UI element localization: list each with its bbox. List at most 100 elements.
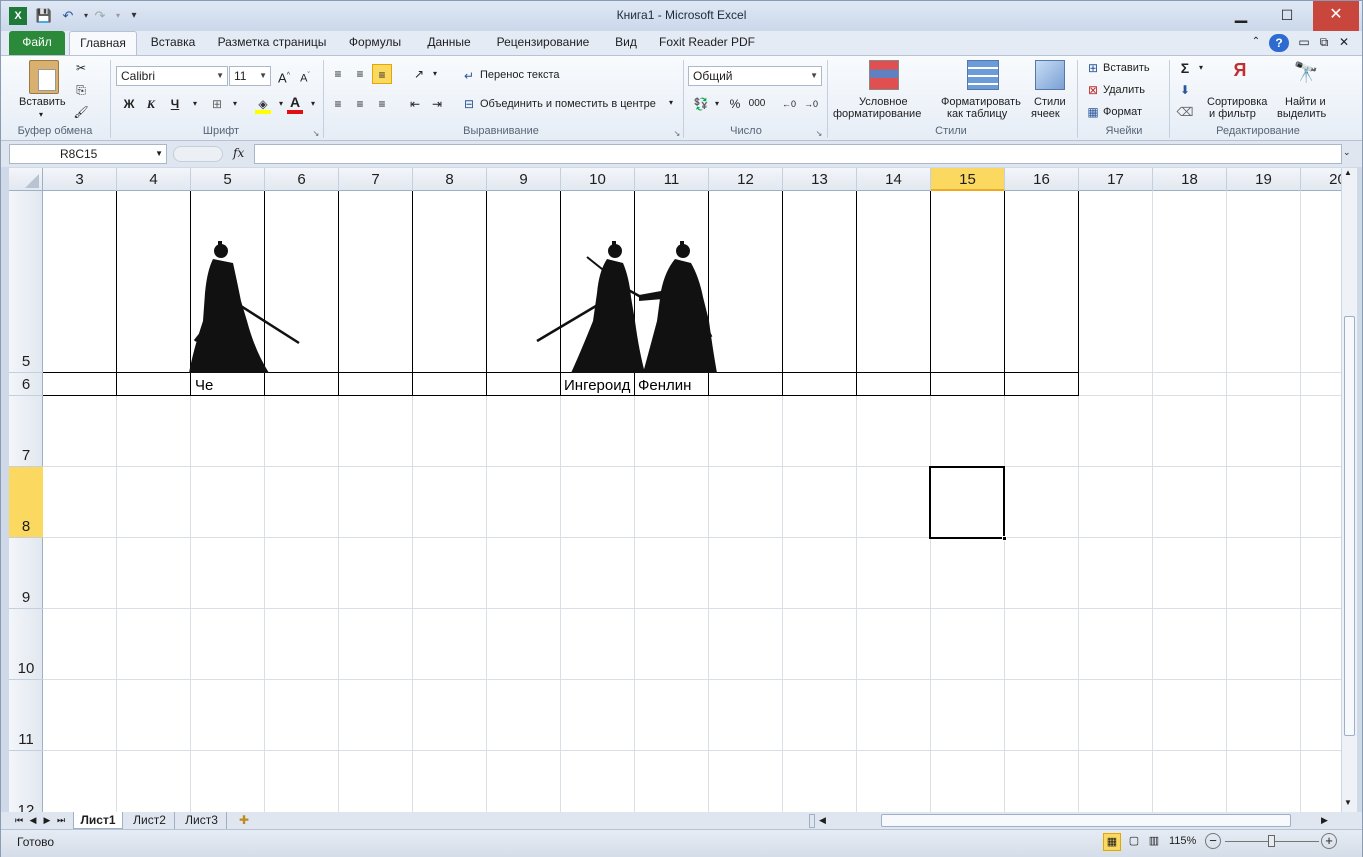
fill-handle[interactable] — [1002, 536, 1007, 541]
expand-formula-bar-icon[interactable]: ⌄ — [1343, 147, 1351, 158]
close-button[interactable]: ✕ — [1313, 1, 1359, 31]
normal-view-icon[interactable]: ▦ — [1103, 833, 1121, 851]
align-center-icon[interactable]: ≡ — [350, 94, 370, 114]
wrap-text-button[interactable]: Перенос текста — [480, 69, 560, 81]
column-header[interactable]: 8 — [413, 168, 487, 191]
decrease-indent-icon[interactable]: ⇤ — [405, 94, 425, 114]
column-header[interactable]: 3 — [43, 168, 117, 191]
column-header[interactable]: 10 — [561, 168, 635, 191]
column-header[interactable]: 6 — [265, 168, 339, 191]
row-header[interactable]: 7 — [9, 396, 43, 467]
sort-filter-label-2[interactable]: и фильтр — [1209, 108, 1256, 120]
find-select-label-1[interactable]: Найти и — [1285, 96, 1326, 108]
cell-styles-label-2[interactable]: ячеек — [1031, 108, 1060, 120]
row-header[interactable]: 11 — [9, 680, 43, 751]
horizontal-scroll-thumb[interactable] — [881, 814, 1291, 827]
wrap-text-icon[interactable]: ↵ — [459, 66, 479, 86]
column-header[interactable]: 5 — [191, 168, 265, 191]
borders-icon[interactable]: ⊞ — [207, 94, 227, 114]
format-cells-button[interactable]: Формат — [1103, 106, 1142, 118]
underline-button[interactable]: Ч — [165, 94, 185, 114]
scroll-down-icon[interactable]: ▼ — [1344, 798, 1352, 807]
next-sheet-icon[interactable]: ▶ — [41, 812, 53, 829]
increase-decimal-icon[interactable]: ←0 — [779, 94, 799, 114]
increase-indent-icon[interactable]: ⇥ — [427, 94, 447, 114]
copy-icon[interactable]: ⎘ — [71, 80, 91, 100]
align-middle-icon[interactable]: ≡ — [350, 64, 370, 84]
zoom-level[interactable]: 115% — [1169, 835, 1196, 847]
maximize-button[interactable]: ☐ — [1264, 1, 1310, 31]
cell-r6c11[interactable]: Фенлин — [638, 377, 691, 394]
cell-styles-icon[interactable] — [1035, 60, 1065, 90]
align-right-icon[interactable]: ≡ — [372, 94, 392, 114]
selected-cell[interactable] — [929, 466, 1007, 541]
conditional-formatting-icon[interactable] — [869, 60, 899, 90]
formula-input[interactable] — [254, 144, 1342, 164]
collapse-ribbon-icon[interactable]: ⌃ — [1247, 31, 1265, 55]
merge-dropdown-icon[interactable]: ▾ — [669, 98, 673, 107]
bold-button[interactable]: Ж — [119, 94, 139, 114]
orientation-dropdown-icon[interactable]: ▾ — [425, 64, 445, 84]
column-header[interactable]: 9 — [487, 168, 561, 191]
tab-data[interactable]: Данные — [419, 31, 479, 55]
format-as-table-label-1[interactable]: Форматировать — [941, 96, 1021, 108]
last-sheet-icon[interactable]: ⏭ — [55, 812, 67, 829]
align-bottom-icon[interactable]: ≡ — [372, 64, 392, 84]
paste-label[interactable]: Вставить — [19, 96, 66, 108]
column-header[interactable]: 16 — [1005, 168, 1079, 191]
row-header[interactable]: 10 — [9, 609, 43, 680]
align-left-icon[interactable]: ≡ — [328, 94, 348, 114]
delete-cells-button[interactable]: Удалить — [1103, 84, 1145, 96]
autosum-dropdown-icon[interactable]: ▾ — [1191, 58, 1211, 78]
fill-color-icon[interactable]: ◈ — [253, 94, 273, 114]
currency-dropdown-icon[interactable]: ▾ — [707, 94, 727, 114]
column-header[interactable]: 4 — [117, 168, 191, 191]
column-header[interactable]: 7 — [339, 168, 413, 191]
row-header[interactable]: 9 — [9, 538, 43, 609]
cell-styles-label-1[interactable]: Стили — [1034, 96, 1066, 108]
name-box[interactable]: R8C15 ▼ — [9, 144, 167, 164]
zoom-out-button[interactable]: − — [1205, 833, 1221, 849]
sort-filter-label-1[interactable]: Сортировка — [1207, 96, 1267, 108]
format-painter-icon[interactable]: 🖌 — [71, 102, 91, 122]
tab-split-handle[interactable] — [809, 814, 815, 828]
scroll-up-icon[interactable]: ▲ — [1344, 168, 1352, 177]
cell-r6c10[interactable]: Ингероид — [564, 377, 630, 394]
underline-dropdown-icon[interactable]: ▾ — [185, 94, 205, 114]
fill-icon[interactable]: ⬇ — [1175, 80, 1195, 100]
paste-icon[interactable] — [29, 60, 59, 94]
first-sheet-icon[interactable]: ⏮ — [13, 812, 25, 829]
minimize-button[interactable]: ▁ — [1218, 1, 1264, 31]
column-header[interactable]: 20 — [1301, 168, 1341, 191]
row-header[interactable]: 8 — [9, 467, 43, 538]
column-header[interactable]: 14 — [857, 168, 931, 191]
tab-file[interactable]: Файл — [9, 31, 65, 55]
column-header[interactable]: 11 — [635, 168, 709, 191]
shrink-font-icon[interactable]: Aˇ — [295, 66, 315, 86]
thousands-button[interactable]: 000 — [747, 94, 767, 114]
column-header[interactable]: 19 — [1227, 168, 1301, 191]
sheet-tab-2[interactable]: Лист2 — [125, 812, 175, 829]
cut-icon[interactable]: ✂ — [71, 58, 91, 78]
zoom-in-button[interactable]: + — [1321, 833, 1337, 849]
row-header[interactable]: 12 — [9, 751, 43, 812]
merge-center-button[interactable]: Объединить и поместить в центре — [480, 98, 656, 110]
number-format-combo[interactable]: Общий ▼ — [688, 66, 822, 86]
sheet-tab-1[interactable]: Лист1 — [73, 812, 123, 829]
clear-icon[interactable]: ⌫ — [1175, 102, 1195, 122]
doc-minimize-icon[interactable]: ▭ — [1295, 31, 1313, 55]
column-header[interactable]: 12 — [709, 168, 783, 191]
insert-cells-icon[interactable]: ⊞ — [1083, 58, 1103, 78]
insert-cells-button[interactable]: Вставить — [1103, 62, 1150, 74]
page-layout-view-icon[interactable]: ▢ — [1125, 833, 1143, 851]
zoom-slider-thumb[interactable] — [1268, 835, 1275, 847]
font-color-icon[interactable]: A — [285, 92, 305, 114]
tab-page-layout[interactable]: Разметка страницы — [213, 31, 331, 55]
formula-bar-resize-handle[interactable] — [173, 146, 223, 162]
grow-font-icon[interactable]: A^ — [274, 66, 294, 86]
insert-sheet-icon[interactable]: ✚ — [231, 812, 257, 829]
page-break-view-icon[interactable]: ▥ — [1145, 833, 1163, 851]
doc-restore-icon[interactable]: ⧉ — [1315, 31, 1333, 55]
scroll-right-icon[interactable]: ▶ — [1321, 815, 1328, 826]
decrease-decimal-icon[interactable]: →0 — [801, 94, 821, 114]
